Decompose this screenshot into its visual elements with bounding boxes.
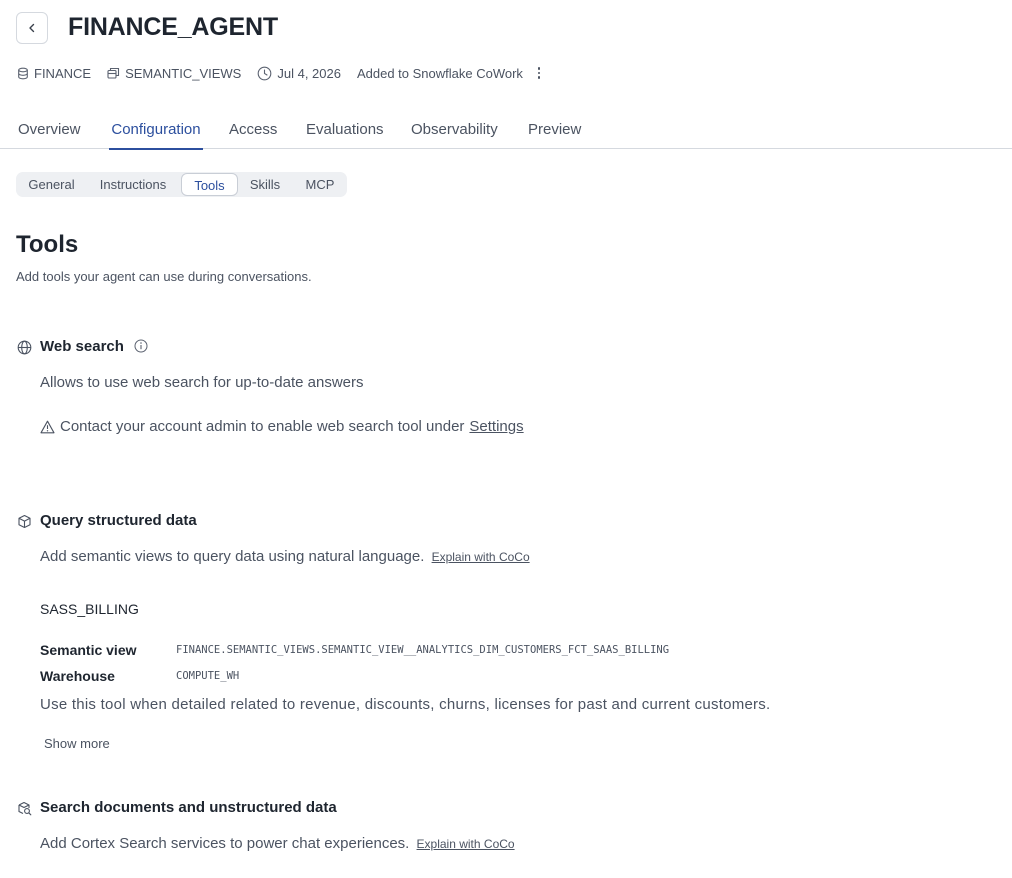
- warehouse-label: Warehouse: [40, 668, 115, 684]
- structured-description-row: Add semantic views to query data using n…: [40, 548, 530, 565]
- web-search-description: Allows to use web search for up-to-date …: [40, 374, 364, 391]
- chevron-left-icon: [29, 23, 35, 33]
- unstructured-explain-link[interactable]: Explain with CoCo: [417, 837, 515, 851]
- unstructured-description-row: Add Cortex Search services to power chat…: [40, 835, 515, 852]
- schema-icon: [107, 67, 120, 79]
- tool-description: Use this tool when detailed related to r…: [40, 696, 771, 713]
- tab-access[interactable]: Access: [229, 121, 277, 148]
- tab-configuration[interactable]: Configuration: [109, 121, 203, 150]
- warning-icon: [40, 420, 55, 433]
- subtab-mcp[interactable]: MCP: [296, 172, 344, 197]
- cube-icon: [18, 514, 31, 529]
- web-search-title: Web search: [40, 338, 148, 355]
- unstructured-title: Search documents and unstructured data: [40, 799, 337, 816]
- semantic-view-value: FINANCE.SEMANTIC_VIEWS.SEMANTIC_VIEW__AN…: [176, 644, 670, 656]
- meta-status-label: Added to Snowflake CoWork: [356, 65, 523, 81]
- subtab-tools[interactable]: Tools: [181, 173, 238, 196]
- agent-title: FINANCE_AGENT: [68, 13, 278, 41]
- settings-link[interactable]: Settings: [469, 418, 523, 435]
- meta-status: Added to Snowflake CoWork: [357, 66, 523, 81]
- web-search-warning-text: Contact your account admin to enable web…: [60, 418, 465, 435]
- clock-icon: [258, 66, 272, 80]
- database-icon: [18, 67, 28, 79]
- tab-overview[interactable]: Overview: [18, 121, 81, 148]
- tab-evaluations[interactable]: Evaluations: [306, 121, 384, 148]
- web-search-title-text: Web search: [40, 338, 124, 355]
- web-search-warning: Contact your account admin to enable web…: [40, 418, 524, 435]
- subtab-instructions[interactable]: Instructions: [91, 172, 175, 197]
- subtab-skills[interactable]: Skills: [243, 172, 287, 197]
- back-button[interactable]: [16, 12, 48, 44]
- meta-schema: SEMANTIC_VIEWS: [107, 66, 241, 81]
- show-more-button[interactable]: Show more: [44, 736, 110, 751]
- subtab-general[interactable]: General: [20, 172, 83, 197]
- page-title: Tools: [16, 231, 79, 258]
- tool-name: SASS_BILLING: [40, 601, 139, 617]
- page-subtitle: Add tools your agent can use during conv…: [16, 269, 312, 284]
- document-search-icon: [18, 801, 32, 816]
- info-icon[interactable]: [134, 339, 148, 353]
- config-subtabs: General Instructions Tools Skills MCP: [16, 172, 347, 197]
- tab-preview[interactable]: Preview: [528, 121, 581, 148]
- tab-observability[interactable]: Observability: [411, 121, 498, 148]
- structured-explain-link[interactable]: Explain with CoCo: [432, 550, 530, 564]
- agent-meta: FINANCE SEMANTIC_VIEWS Jul 4, 2026 Added…: [17, 64, 545, 82]
- warehouse-value: COMPUTE_WH: [176, 670, 240, 682]
- semantic-view-label: Semantic view: [40, 642, 137, 658]
- meta-database-label: FINANCE: [34, 65, 92, 81]
- globe-icon: [17, 340, 32, 355]
- unstructured-description: Add Cortex Search services to power chat…: [40, 835, 410, 852]
- structured-title: Query structured data: [40, 512, 197, 529]
- meta-date-label: Jul 4, 2026: [277, 65, 341, 81]
- meta-database: FINANCE: [17, 66, 91, 81]
- meta-date: Jul 4, 2026: [257, 66, 341, 81]
- more-options-icon[interactable]: [533, 65, 546, 81]
- meta-schema-label: SEMANTIC_VIEWS: [125, 65, 242, 81]
- structured-description: Add semantic views to query data using n…: [40, 548, 425, 565]
- main-tabs: Overview Configuration Access Evaluation…: [0, 112, 1012, 150]
